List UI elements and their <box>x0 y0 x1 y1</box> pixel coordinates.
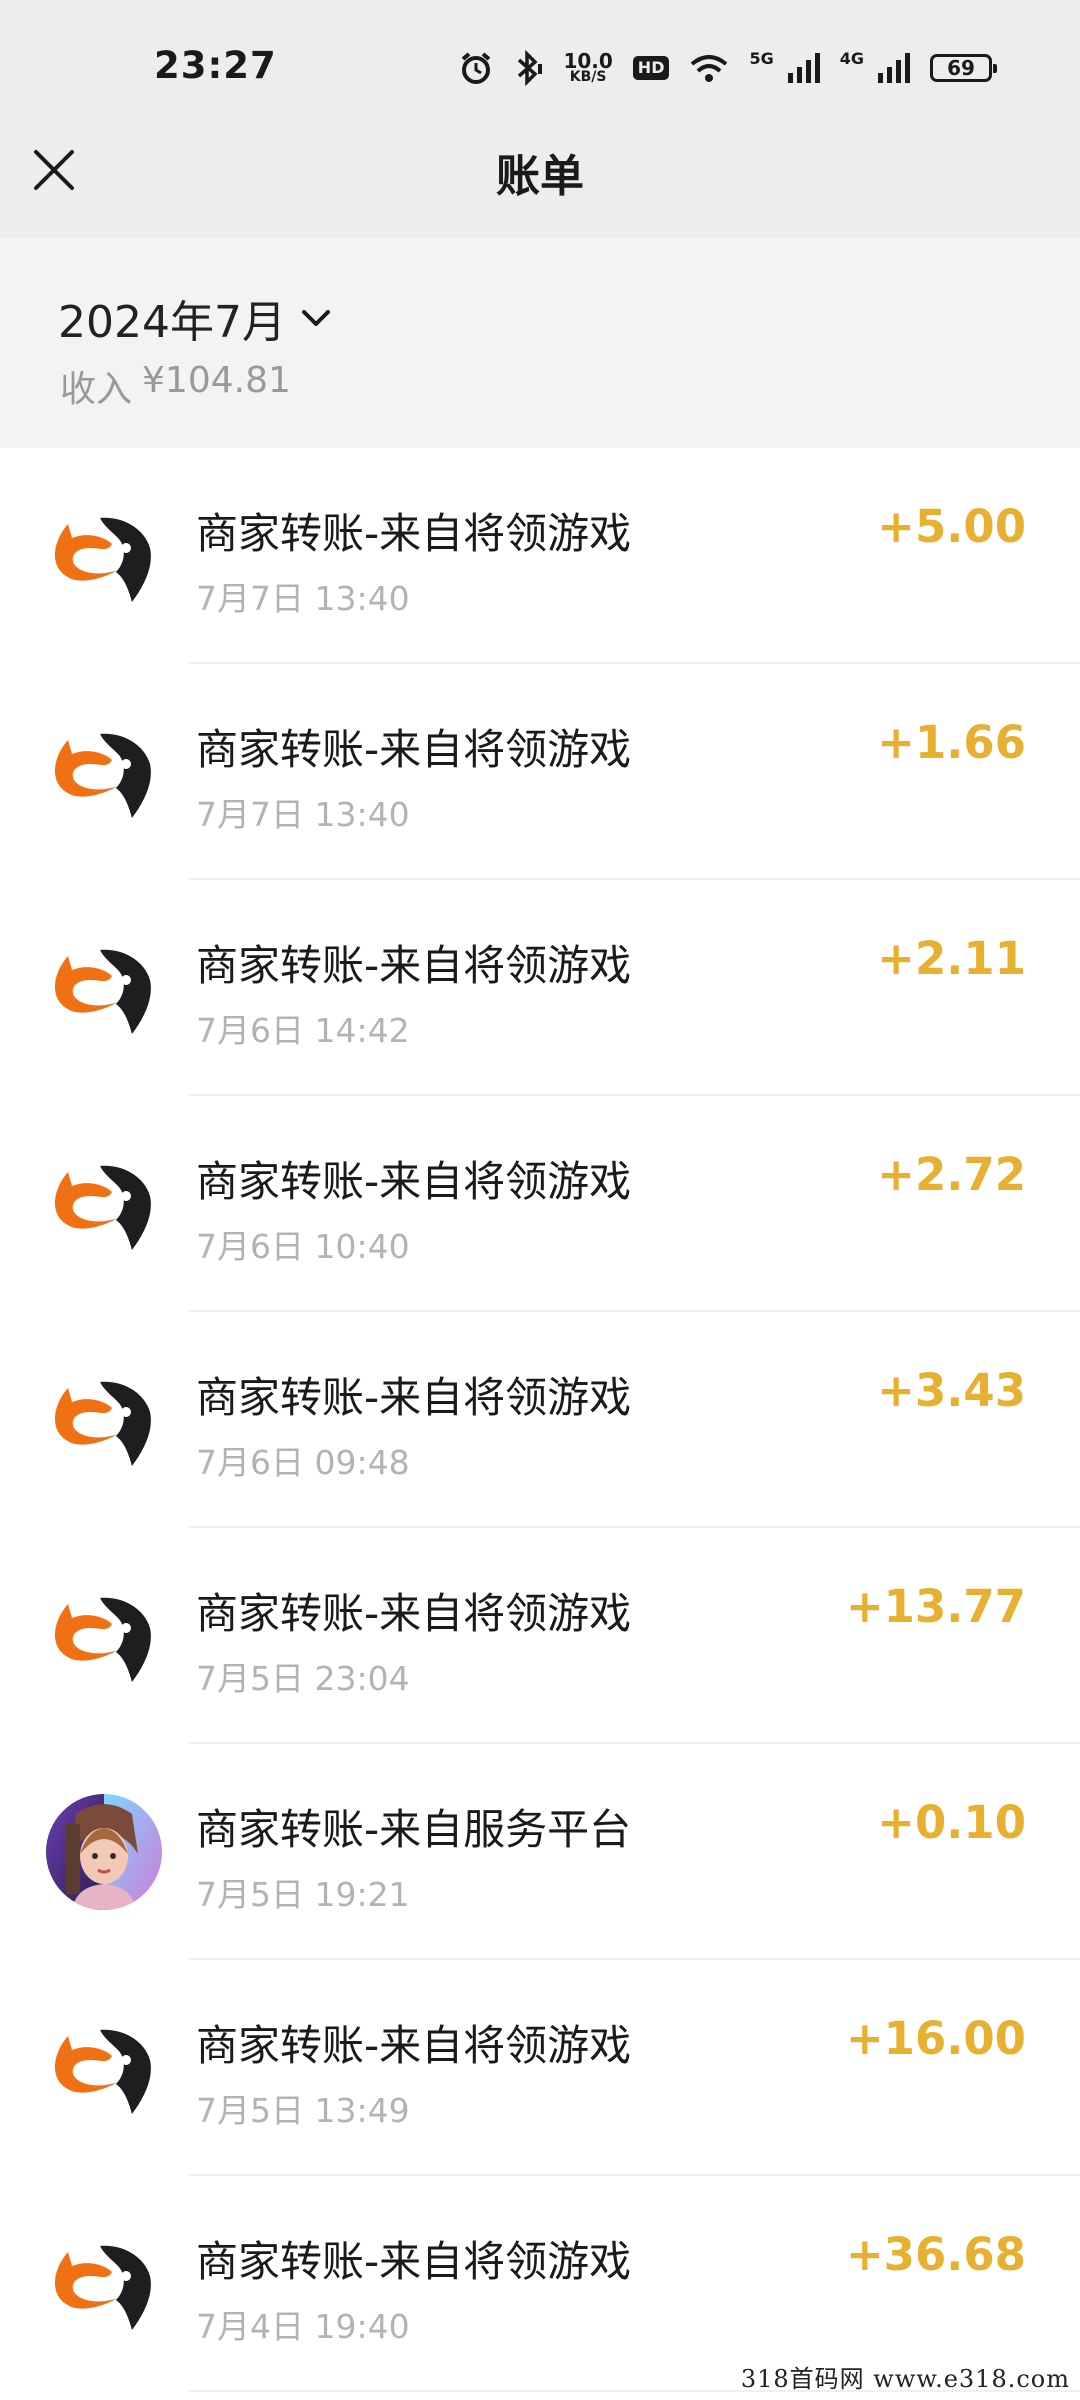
transaction-title: 商家转账-来自将领游戏 <box>196 941 632 990</box>
transaction-title: 商家转账-来自将领游戏 <box>196 2021 632 2070</box>
service-platform-avatar <box>46 1794 162 1910</box>
list-item[interactable]: 商家转账-来自将领游戏 7月6日 14:42 +2.11 <box>0 880 1080 1096</box>
net-speed: 10.0 KB/S <box>563 49 613 85</box>
status-icons: 10.0 KB/S HD 5G 4G 69 <box>459 46 997 90</box>
status-time: 23:27 <box>154 44 277 87</box>
month-summary: 2024年7月 收入 ¥104.81 <box>0 238 1080 448</box>
transaction-time: 7月6日 10:40 <box>196 1227 410 1266</box>
transaction-title: 商家转账-来自将领游戏 <box>196 1157 632 1206</box>
list-item[interactable]: 商家转账-来自将领游戏 7月5日 13:49 +16.00 <box>0 1960 1080 2176</box>
transaction-time: 7月7日 13:40 <box>196 795 410 834</box>
game-logo-avatar <box>54 733 151 818</box>
signal-4g-label: 4G <box>839 48 864 68</box>
transaction-time: 7月6日 09:48 <box>196 1443 410 1482</box>
transaction-list: 商家转账-来自将领游戏 7月7日 13:40 +5.00 商家转账-来自将领游戏… <box>0 448 1080 2392</box>
game-logo-avatar <box>54 949 151 1034</box>
watermark: 318首码网 www.e318.com <box>740 2365 1070 2393</box>
transaction-amount: +1.66 <box>877 716 1026 769</box>
game-logo-avatar <box>54 2245 151 2330</box>
battery-level: 69 <box>947 56 975 80</box>
nav-bar: 账单 <box>0 100 1080 238</box>
game-logo-avatar <box>54 517 151 602</box>
transaction-title: 商家转账-来自服务平台 <box>196 1805 632 1854</box>
transaction-time: 7月6日 14:42 <box>196 1011 410 1050</box>
list-item[interactable]: 商家转账-来自将领游戏 7月7日 13:40 +1.66 <box>0 664 1080 880</box>
transaction-amount: +2.11 <box>877 932 1026 985</box>
transaction-time: 7月5日 13:49 <box>196 2091 410 2130</box>
list-item[interactable]: 商家转账-来自服务平台 7月5日 19:21 +0.10 <box>0 1744 1080 1960</box>
transaction-amount: +36.68 <box>845 2228 1026 2281</box>
transaction-amount: +5.00 <box>877 500 1026 553</box>
month-selector[interactable]: 2024年7月 <box>58 286 332 350</box>
transaction-amount: +0.10 <box>877 1796 1026 1849</box>
page-title: 账单 <box>496 151 584 202</box>
battery-icon: 69 <box>930 54 997 82</box>
transaction-time: 7月5日 23:04 <box>196 1659 410 1698</box>
transaction-time: 7月5日 19:21 <box>196 1875 410 1914</box>
list-item[interactable]: 商家转账-来自将领游戏 7月6日 09:48 +3.43 <box>0 1312 1080 1528</box>
signal-icon <box>878 53 910 83</box>
game-logo-avatar <box>54 1597 151 1682</box>
game-logo-avatar <box>54 1381 151 1466</box>
income-summary: 收入 ¥104.81 <box>60 360 291 412</box>
transaction-time: 7月7日 13:40 <box>196 579 410 618</box>
signal-icon <box>787 53 820 83</box>
transaction-amount: +13.77 <box>845 1580 1026 1633</box>
transaction-title: 商家转账-来自将领游戏 <box>196 509 632 558</box>
hd-badge: HD <box>632 56 670 80</box>
income-value: ¥104.81 <box>142 360 291 401</box>
chevron-down-icon <box>301 310 330 326</box>
transaction-amount: +2.72 <box>877 1148 1026 1201</box>
list-item[interactable]: 商家转账-来自将领游戏 7月7日 13:40 +5.00 <box>0 448 1080 664</box>
income-label: 收入 <box>60 369 133 410</box>
transaction-title: 商家转账-来自将领游戏 <box>196 725 632 774</box>
signal-5g-label: 5G <box>749 48 774 68</box>
transaction-title: 商家转账-来自将领游戏 <box>196 2237 632 2286</box>
transaction-time: 7月4日 19:40 <box>196 2307 410 2346</box>
list-item[interactable]: 商家转账-来自将领游戏 7月6日 10:40 +2.72 <box>0 1096 1080 1312</box>
transaction-title: 商家转账-来自将领游戏 <box>196 1589 632 1638</box>
transaction-title: 商家转账-来自将领游戏 <box>196 1373 632 1422</box>
bluetooth-icon <box>518 50 543 86</box>
month-label: 2024年7月 <box>58 297 286 348</box>
game-logo-avatar <box>54 1165 151 1250</box>
alarm-icon <box>462 52 491 84</box>
transaction-amount: +3.43 <box>877 1364 1026 1417</box>
game-logo-avatar <box>54 2029 151 2114</box>
list-item[interactable]: 商家转账-来自将领游戏 7月5日 23:04 +13.77 <box>0 1528 1080 1744</box>
transaction-amount: +16.00 <box>845 2012 1026 2065</box>
wifi-icon <box>691 55 728 82</box>
